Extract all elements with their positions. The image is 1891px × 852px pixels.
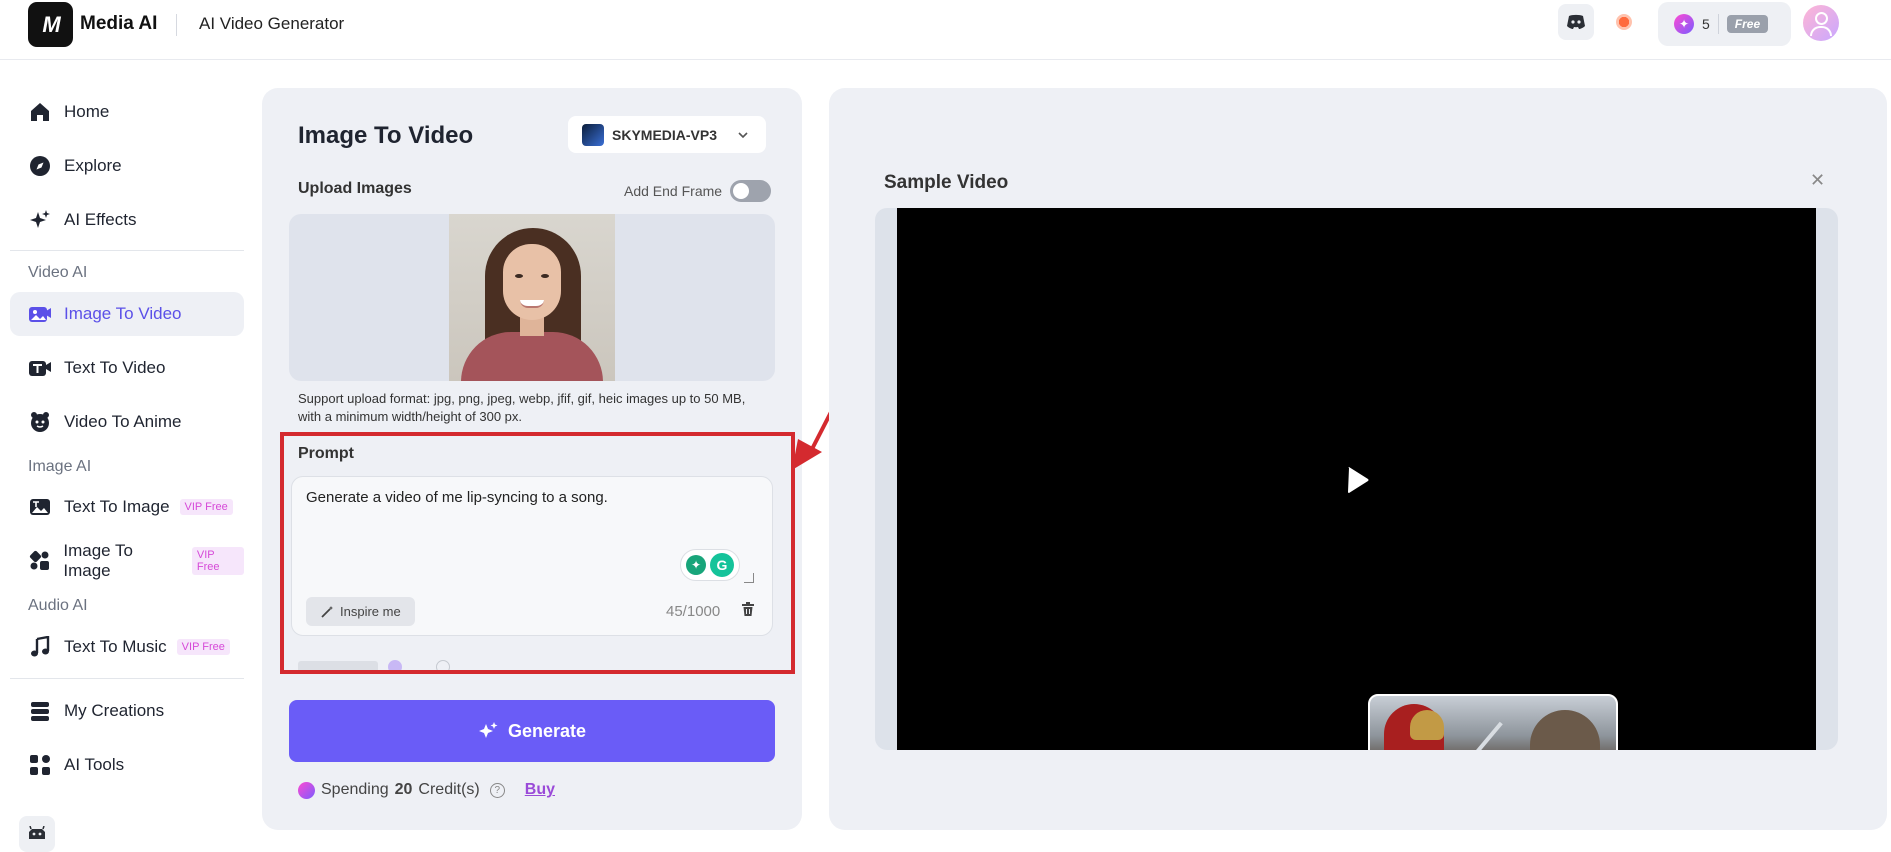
prompt-highlight-box bbox=[280, 432, 795, 674]
upload-dropzone[interactable] bbox=[289, 214, 775, 381]
model-name: SKYMEDIA-VP3 bbox=[612, 126, 718, 143]
sidebar-divider bbox=[10, 250, 244, 251]
buy-link[interactable]: Buy bbox=[525, 781, 555, 799]
model-logo-icon bbox=[582, 123, 604, 146]
video-thumbnail[interactable] bbox=[1368, 694, 1618, 750]
notification-dot-icon[interactable] bbox=[1616, 14, 1632, 30]
anime-face-icon bbox=[28, 410, 52, 434]
video-player[interactable] bbox=[897, 208, 1816, 750]
uploaded-image[interactable] bbox=[449, 214, 615, 381]
model-select[interactable]: SKYMEDIA-VP3 bbox=[568, 116, 766, 153]
upload-images-label: Upload Images bbox=[298, 180, 412, 197]
sparkles-icon bbox=[478, 722, 498, 738]
brand-name[interactable]: Media AI bbox=[80, 13, 157, 35]
header-divider bbox=[176, 14, 177, 36]
spending-info: Spending 20 Credit(s) ? Buy bbox=[298, 781, 555, 799]
sidebar-item-label: Video To Anime bbox=[64, 412, 182, 431]
user-head-icon bbox=[1815, 12, 1828, 25]
sidebar-item-label: Text To Video bbox=[64, 358, 166, 377]
thumbnail-helmet bbox=[1410, 710, 1444, 740]
sidebar-item-label: My Creations bbox=[64, 701, 165, 720]
top-bar: M Media AI AI Video Generator ✦ 5 Free bbox=[0, 0, 1891, 60]
sidebar-item-ai-tools[interactable]: AI Tools bbox=[10, 743, 244, 787]
sparkles-icon bbox=[28, 208, 52, 232]
portrait-eye bbox=[541, 274, 549, 278]
media-ai-logo[interactable]: M bbox=[28, 2, 73, 47]
assistant-button[interactable] bbox=[19, 816, 55, 852]
sidebar-item-label: Text To Music bbox=[64, 637, 167, 656]
grid-tools-icon bbox=[28, 753, 52, 777]
credits-count: 5 bbox=[1702, 16, 1710, 32]
vip-free-badge: VIP Free bbox=[191, 547, 244, 575]
compass-icon bbox=[28, 154, 52, 178]
image-video-icon bbox=[28, 302, 52, 326]
vip-free-badge: VIP Free bbox=[176, 639, 230, 655]
plan-badge: Free bbox=[1726, 15, 1769, 33]
generate-button[interactable]: Generate bbox=[289, 700, 775, 762]
sidebar-item-label: AI Effects bbox=[64, 210, 137, 229]
text-image-icon bbox=[28, 495, 52, 519]
end-frame-label: Add End Frame bbox=[624, 183, 723, 199]
page-title: AI Video Generator bbox=[199, 14, 345, 33]
sidebar-item-text-to-video[interactable]: Text To Video bbox=[10, 346, 244, 390]
home-icon bbox=[28, 100, 52, 124]
sidebar-item-label: Home bbox=[64, 102, 110, 121]
sidebar-item-image-to-image[interactable]: Image To Image VIP Free bbox=[10, 539, 244, 583]
sidebar-item-home[interactable]: Home bbox=[10, 90, 244, 134]
sample-video-panel: Sample Video ✕ bbox=[829, 88, 1887, 830]
portrait-eye bbox=[515, 274, 523, 278]
vip-free-badge: VIP Free bbox=[179, 499, 233, 515]
sidebar-item-label: Image To Image bbox=[63, 541, 134, 580]
thumbnail-warrior bbox=[1530, 710, 1600, 750]
credit-gem-icon bbox=[298, 781, 315, 799]
upload-format-hint: Support upload format: jpg, png, jpeg, w… bbox=[298, 391, 746, 424]
panel-title: Image To Video bbox=[298, 122, 474, 149]
generate-label: Generate bbox=[507, 720, 587, 741]
spending-suffix: Credit(s) bbox=[418, 781, 480, 798]
sidebar-divider bbox=[10, 678, 244, 679]
play-icon[interactable] bbox=[1346, 466, 1370, 494]
music-note-icon bbox=[28, 635, 52, 659]
sidebar-item-label: Explore bbox=[64, 156, 122, 175]
close-icon[interactable]: ✕ bbox=[1810, 170, 1825, 191]
image-transform-icon bbox=[28, 549, 51, 573]
spending-amount: 20 bbox=[394, 781, 413, 798]
sidebar-item-explore[interactable]: Explore bbox=[10, 144, 244, 188]
help-icon[interactable]: ? bbox=[489, 782, 505, 798]
thumbnail-sword bbox=[1461, 721, 1503, 750]
spending-prefix: Spending bbox=[321, 781, 389, 798]
bot-icon bbox=[29, 826, 45, 839]
credit-gem-icon: ✦ bbox=[1674, 14, 1694, 34]
sidebar-item-text-to-image[interactable]: Text To Image VIP Free bbox=[10, 485, 244, 529]
credits-pill[interactable]: ✦ 5 Free bbox=[1658, 2, 1791, 46]
chevron-down-icon bbox=[738, 131, 748, 138]
portrait-shirt bbox=[461, 332, 603, 381]
sidebar-item-video-to-anime[interactable]: Video To Anime bbox=[10, 400, 244, 444]
sidebar: Home Explore AI Effects Video AI Image T… bbox=[0, 61, 250, 852]
user-avatar[interactable] bbox=[1803, 5, 1839, 41]
sidebar-item-label: AI Tools bbox=[64, 755, 125, 774]
sidebar-item-label: Image To Video bbox=[64, 304, 182, 323]
sidebar-item-my-creations[interactable]: My Creations bbox=[10, 689, 244, 733]
sidebar-item-text-to-music[interactable]: Text To Music VIP Free bbox=[10, 625, 244, 669]
discord-icon bbox=[1567, 14, 1585, 29]
layers-icon bbox=[28, 699, 52, 723]
pill-divider bbox=[1717, 14, 1719, 34]
portrait-face bbox=[503, 244, 561, 320]
user-body-icon bbox=[1810, 26, 1832, 36]
text-video-icon bbox=[28, 356, 52, 380]
section-audio-ai: Audio AI bbox=[28, 597, 88, 614]
section-image-ai: Image AI bbox=[28, 458, 92, 475]
end-frame-control: Add End Frame bbox=[624, 180, 772, 202]
sidebar-item-ai-effects[interactable]: AI Effects bbox=[10, 198, 244, 242]
discord-button[interactable] bbox=[1558, 4, 1594, 40]
video-frame bbox=[875, 208, 1838, 750]
end-frame-toggle[interactable] bbox=[730, 180, 772, 202]
sidebar-item-image-to-video[interactable]: Image To Video bbox=[10, 292, 244, 336]
sample-video-title: Sample Video bbox=[884, 172, 1009, 193]
sidebar-item-label: Text To Image bbox=[64, 497, 170, 516]
section-video-ai: Video AI bbox=[28, 264, 88, 281]
